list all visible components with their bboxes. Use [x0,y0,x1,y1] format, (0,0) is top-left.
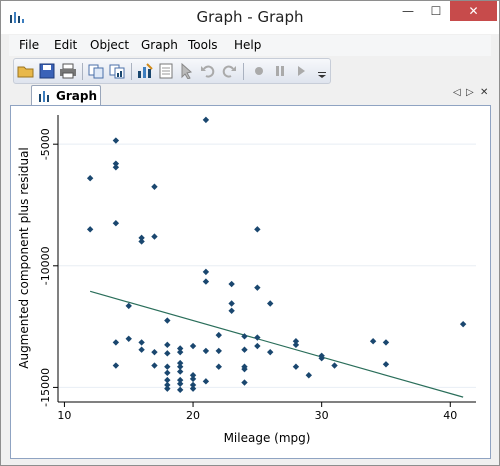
tab-strip: Graph ◁ ▷ ✕ [9,85,493,106]
save-icon[interactable] [38,63,56,79]
tab-label: Graph [56,89,97,103]
data-icon[interactable] [157,63,175,79]
graph-pane: -5000 -10000 -15000 10 20 30 40 Mileage (mpg)… [10,105,491,459]
copy-graph-icon[interactable] [108,63,126,79]
menu-edit[interactable]: Edit [54,38,77,52]
close-button[interactable]: ✕ [450,1,497,21]
tab-prev-icon[interactable]: ◁ [453,87,461,98]
undo-icon[interactable] [199,63,217,79]
print-icon[interactable] [59,63,77,79]
title-bar[interactable]: Graph - Graph — ☐ ✕ [1,1,499,34]
graph-tab-icon [39,91,49,102]
redo-icon[interactable] [220,63,238,79]
menu-object[interactable]: Object [90,38,129,52]
tab-close-icon[interactable]: ✕ [480,87,488,98]
toolbar-separator [131,63,132,80]
y-tick-label: -10000 [39,246,52,285]
x-axis-label: Mileage (mpg) [224,431,311,445]
graph-editor-icon[interactable] [136,63,154,79]
pause-icon[interactable] [271,63,289,79]
open-folder-icon[interactable] [17,63,35,79]
menu-bar: File Edit Object Graph Tools Help [9,35,491,56]
tab-next-icon[interactable]: ▷ [466,87,474,98]
x-tick-label: 40 [443,409,457,422]
copy-icon[interactable] [87,63,105,79]
maximize-button[interactable]: ☐ [422,1,450,21]
menu-file[interactable]: File [19,38,39,52]
x-tick-label: 10 [57,409,71,422]
toolbar [13,58,331,84]
more-icon[interactable] [316,63,328,79]
scatter-chart: -5000 -10000 -15000 10 20 30 40 Mileage (mpg)… [11,106,490,458]
tab-graph[interactable]: Graph [31,85,101,106]
plot-region [58,115,476,402]
x-tick-label: 30 [315,409,329,422]
graph-window: Graph - Graph — ☐ ✕ File Edit Object Gra… [0,0,500,466]
toolbar-separator [82,63,83,80]
menu-tools[interactable]: Tools [188,38,218,52]
record-icon[interactable] [250,63,268,79]
y-tick-label: -15000 [39,368,52,407]
minimize-button[interactable]: — [394,1,422,21]
x-tick-label: 20 [186,409,200,422]
pointer-icon[interactable] [178,63,196,79]
y-tick-label: -5000 [39,128,52,160]
toolbar-separator [243,63,244,80]
play-icon[interactable] [292,63,310,79]
menu-graph[interactable]: Graph [141,38,178,52]
y-axis-label: Augmented component plus residual [17,147,31,369]
menu-help[interactable]: Help [234,38,261,52]
